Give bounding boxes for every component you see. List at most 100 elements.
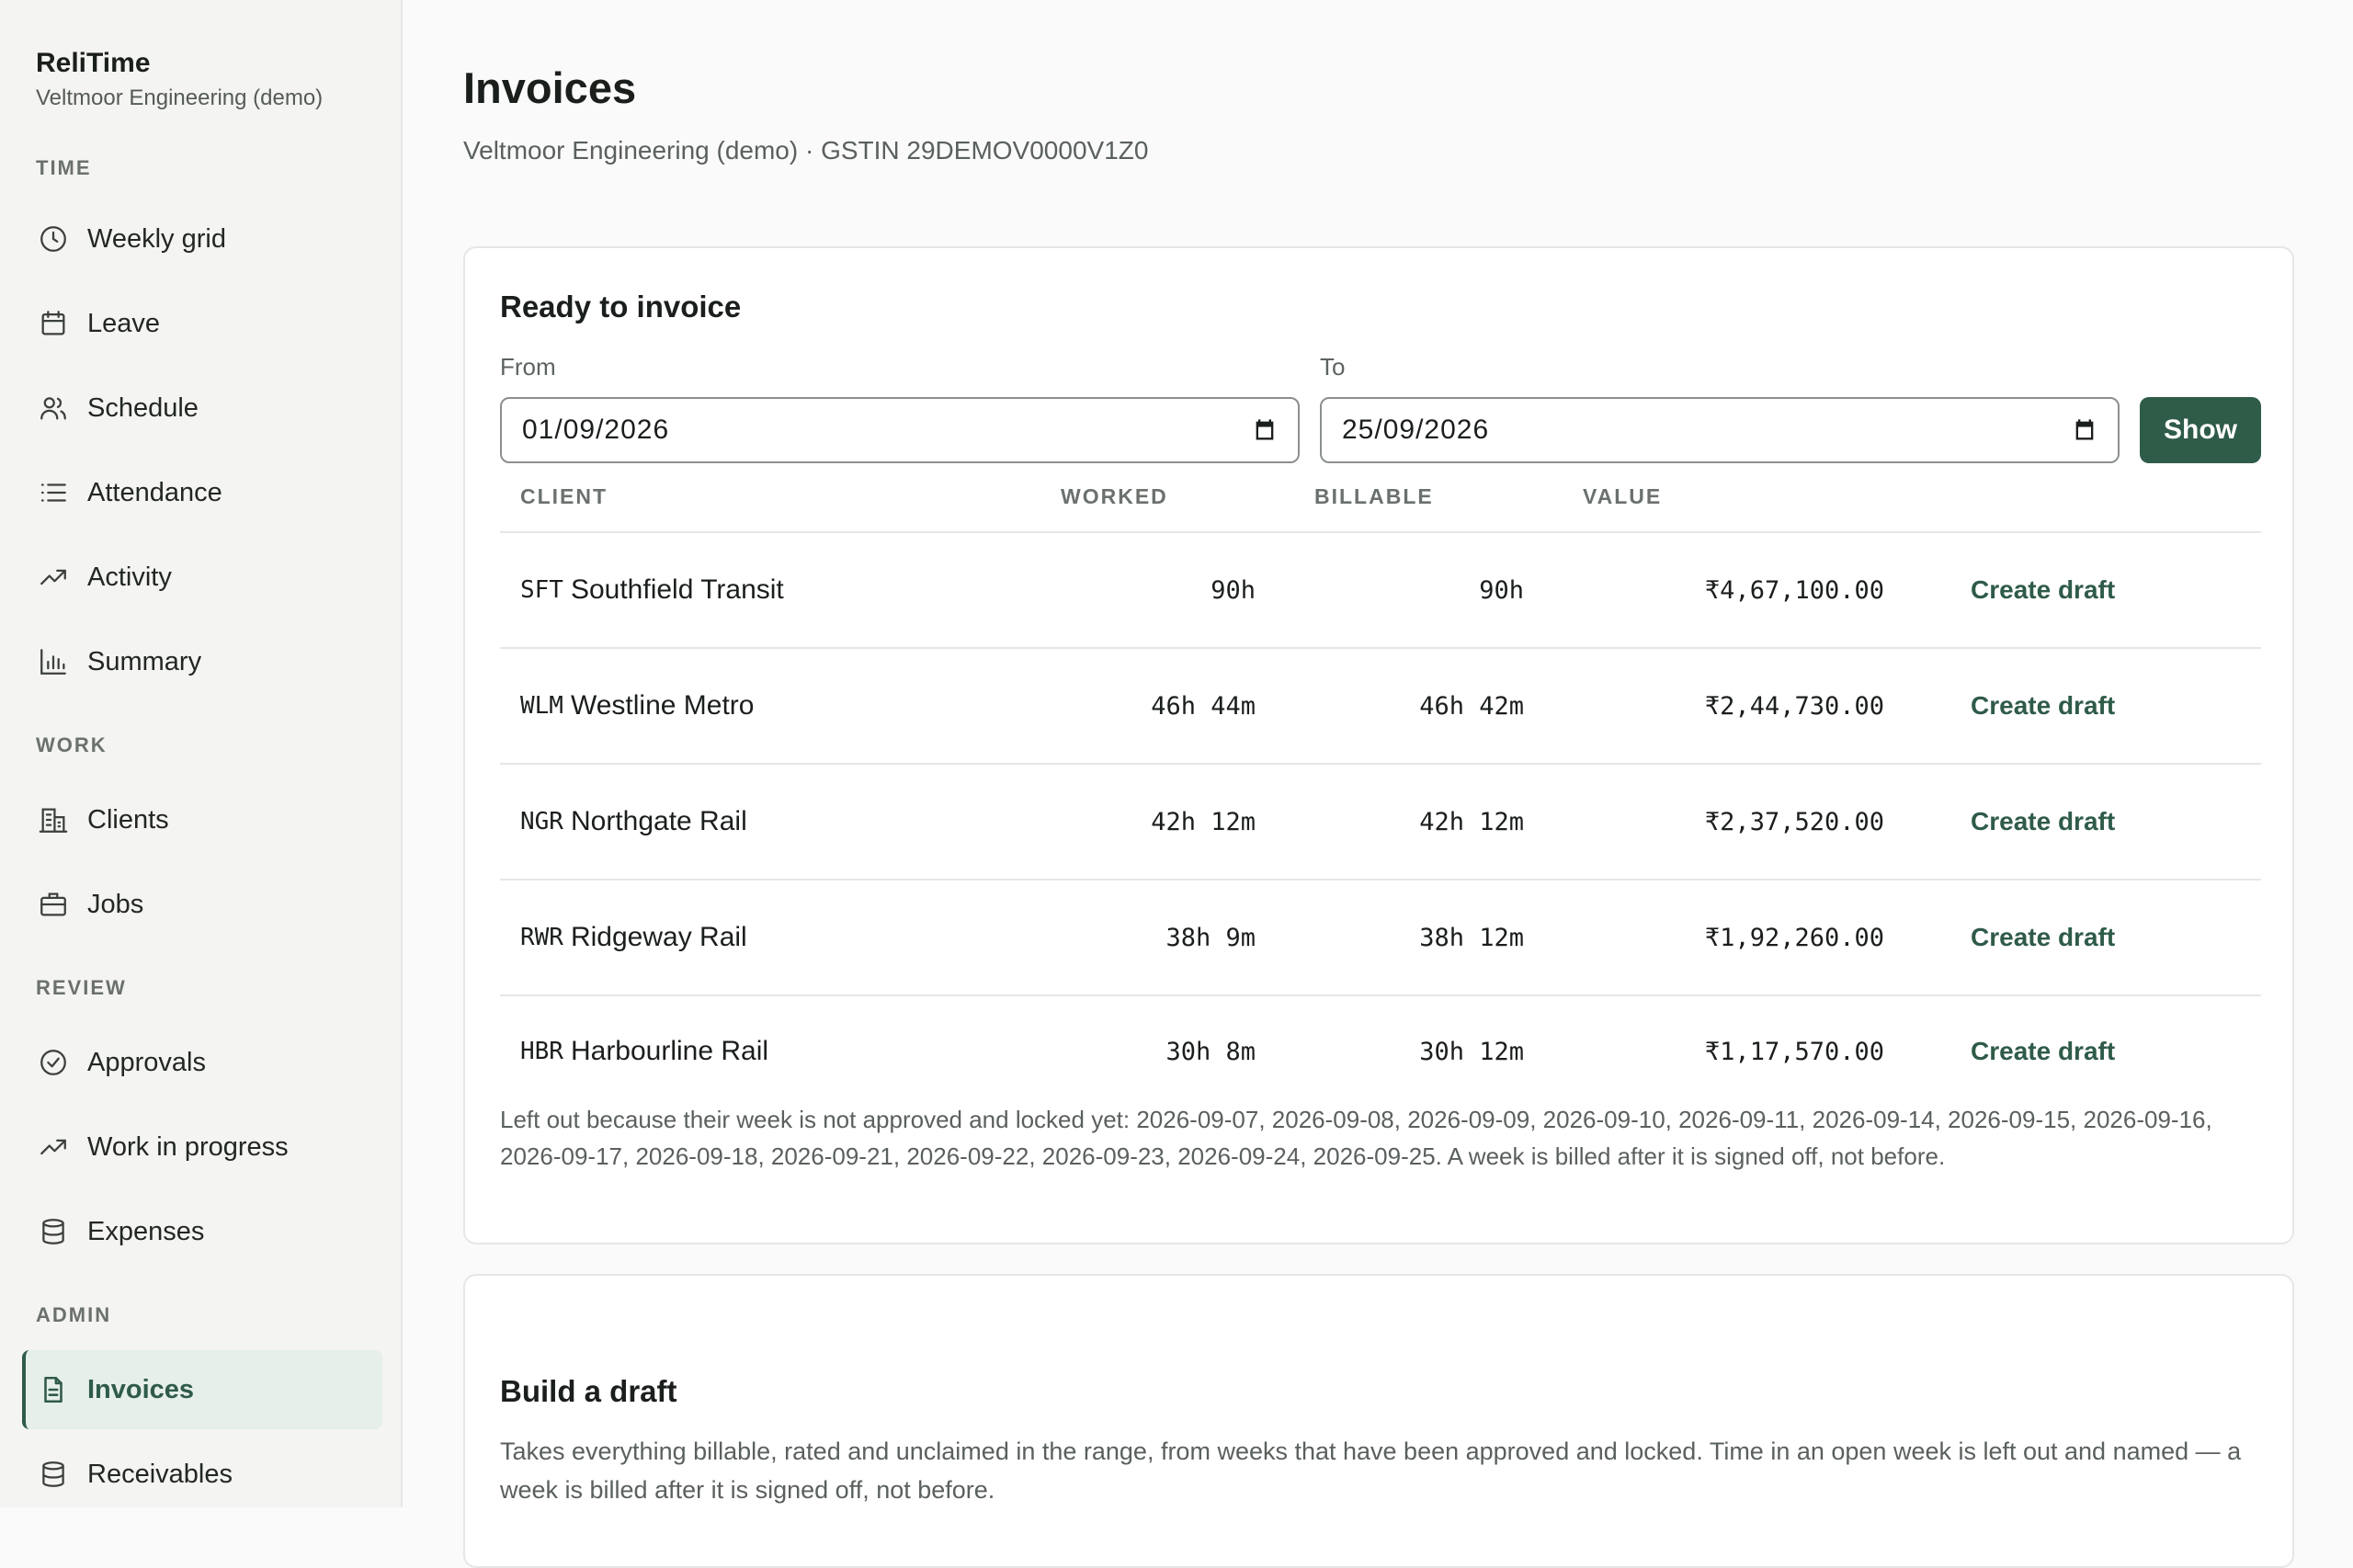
create-draft-button[interactable]: Create draft — [1971, 765, 2115, 879]
draft-description: Takes everything billable, rated and unc… — [500, 1437, 2242, 1504]
excluded-weeks-note: Left out because their week is not appro… — [500, 1106, 2212, 1170]
value-cell: ₹1,17,570.00 — [1704, 1037, 1884, 1066]
create-draft-button[interactable]: Create draft — [1971, 533, 2115, 647]
column-header-client: CLIENT — [520, 484, 608, 508]
sidebar-item-schedule[interactable]: Schedule — [22, 369, 382, 448]
calendar-icon — [38, 308, 69, 339]
to-label: To — [1320, 353, 1346, 381]
table-row: NGR Northgate Rail 42h 12m 42h 12m ₹2,37… — [500, 765, 2261, 879]
card-title: Build a draft — [500, 1374, 677, 1408]
section-label-review: REVIEW — [36, 976, 127, 999]
clock-icon — [38, 223, 69, 255]
sidebar-item-label: Activity — [87, 562, 172, 592]
table-row: HBR Harbourline Rail 30h 8m 30h 12m ₹1,1… — [500, 994, 2261, 1108]
card-title: Ready to invoice — [500, 290, 742, 324]
sidebar-item-jobs[interactable]: Jobs — [22, 865, 382, 944]
client-code: NGR — [520, 808, 563, 835]
sidebar-item-expenses[interactable]: Expenses — [22, 1192, 382, 1271]
value-cell: ₹4,67,100.00 — [1704, 575, 1884, 605]
billable-cell: 38h 12m — [1419, 923, 1524, 952]
section-label-work: WORK — [36, 733, 108, 756]
sidebar-item-label: Leave — [87, 308, 161, 338]
database-icon — [38, 1216, 69, 1247]
worked-cell: 38h 9m — [1165, 923, 1256, 952]
create-draft-button[interactable]: Create draft — [1971, 881, 2115, 994]
billable-cell: 30h 12m — [1419, 1037, 1524, 1066]
worked-cell: 30h 8m — [1165, 1037, 1256, 1066]
worked-cell: 90h — [1211, 575, 1256, 605]
brand-subtitle: Veltmoor Engineering (demo) — [36, 85, 324, 110]
ready-to-invoice-card: Ready to invoice From 01/09/2026 To 25/0… — [463, 246, 2294, 1244]
sidebar-item-work-in-progress[interactable]: Work in progress — [22, 1108, 382, 1187]
check-circle-icon — [38, 1047, 69, 1078]
trend-up-icon — [38, 1131, 69, 1163]
sidebar-item-weekly-grid[interactable]: Weekly grid — [22, 199, 382, 278]
sidebar-item-invoices[interactable]: Invoices — [22, 1350, 382, 1429]
calendar-icon[interactable] — [1252, 417, 1278, 443]
calendar-icon[interactable] — [2072, 417, 2097, 443]
sidebar-item-clients[interactable]: Clients — [22, 780, 382, 859]
client-cell: HBR Harbourline Rail — [520, 994, 768, 1108]
client-name: Westline Metro — [570, 690, 755, 721]
sidebar-item-label: Receivables — [87, 1459, 233, 1489]
column-header-billable: BILLABLE — [1314, 484, 1434, 508]
section-label-time: TIME — [36, 156, 92, 179]
sidebar-item-leave[interactable]: Leave — [22, 284, 382, 363]
client-code: WLM — [520, 692, 563, 720]
value-cell: ₹1,92,260.00 — [1704, 923, 1884, 952]
page-title: Invoices — [463, 63, 637, 112]
from-label: From — [500, 353, 556, 381]
sidebar-item-label: Approvals — [87, 1047, 206, 1077]
column-header-value: VALUE — [1583, 484, 1663, 508]
sidebar-item-summary[interactable]: Summary — [22, 622, 382, 701]
database-icon — [38, 1459, 69, 1490]
sidebar-item-label: Invoices — [87, 1374, 195, 1404]
table-row: SFT Southfield Transit 90h 90h ₹4,67,100… — [500, 533, 2261, 647]
sidebar-item-label: Clients — [87, 804, 169, 835]
worked-cell: 42h 12m — [1151, 807, 1256, 836]
trend-up-icon — [38, 562, 69, 593]
sidebar-item-receivables[interactable]: Receivables — [22, 1435, 382, 1514]
sidebar-item-label: Work in progress — [87, 1131, 289, 1162]
sidebar-item-activity[interactable]: Activity — [22, 538, 382, 617]
sidebar: ReliTime Veltmoor Engineering (demo) TIM… — [0, 0, 403, 1507]
create-draft-button[interactable]: Create draft — [1971, 994, 2115, 1108]
to-date-input[interactable]: 25/09/2026 — [1320, 397, 2120, 463]
sidebar-item-label: Attendance — [87, 477, 222, 507]
client-cell: NGR Northgate Rail — [520, 765, 747, 879]
briefcase-icon — [38, 889, 69, 920]
sidebar-item-label: Schedule — [87, 392, 199, 423]
show-button[interactable]: Show — [2140, 397, 2261, 463]
client-name: Southfield Transit — [570, 574, 784, 605]
document-icon — [38, 1374, 69, 1405]
brand: ReliTime Veltmoor Engineering (demo) — [36, 46, 323, 112]
client-code: HBR — [520, 1038, 563, 1065]
sidebar-item-label: Summary — [87, 646, 202, 676]
to-date-value: 25/09/2026 — [1342, 415, 1490, 445]
client-cell: RWR Ridgeway Rail — [520, 881, 747, 994]
brand-title: ReliTime — [36, 48, 151, 78]
sidebar-item-label: Weekly grid — [87, 223, 226, 254]
client-name: Ridgeway Rail — [570, 922, 747, 952]
page-subtitle: Veltmoor Engineering (demo) · GSTIN 29DE… — [463, 136, 1149, 165]
client-name: Harbourline Rail — [570, 1036, 769, 1066]
sidebar-item-label: Expenses — [87, 1216, 205, 1246]
value-cell: ₹2,37,520.00 — [1704, 807, 1884, 836]
sidebar-item-approvals[interactable]: Approvals — [22, 1023, 382, 1102]
building-icon — [38, 804, 69, 835]
table-row: WLM Westline Metro 46h 44m 46h 42m ₹2,44… — [500, 649, 2261, 763]
sidebar-item-label: Jobs — [87, 889, 144, 919]
column-header-worked: WORKED — [1061, 484, 1168, 508]
list-icon — [38, 477, 69, 508]
billable-cell: 46h 42m — [1419, 691, 1524, 721]
bar-chart-icon — [38, 646, 69, 677]
client-code: SFT — [520, 576, 563, 604]
table-row: RWR Ridgeway Rail 38h 9m 38h 12m ₹1,92,2… — [500, 881, 2261, 994]
value-cell: ₹2,44,730.00 — [1704, 691, 1884, 721]
client-cell: WLM Westline Metro — [520, 649, 754, 763]
create-draft-button[interactable]: Create draft — [1971, 649, 2115, 763]
build-draft-card: Build a draft Takes everything billable,… — [463, 1274, 2294, 1568]
sidebar-item-attendance[interactable]: Attendance — [22, 453, 382, 532]
users-icon — [38, 392, 69, 424]
from-date-input[interactable]: 01/09/2026 — [500, 397, 1300, 463]
